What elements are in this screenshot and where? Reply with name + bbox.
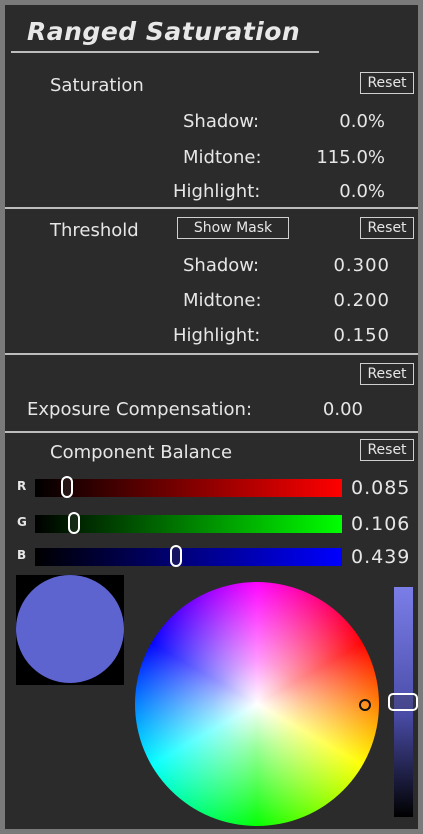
blue-slider-thumb[interactable] xyxy=(170,545,182,567)
title-divider xyxy=(11,51,319,53)
saturation-midtone-label: Midtone: xyxy=(183,147,262,168)
panel-title: Ranged Saturation xyxy=(27,17,301,46)
blue-slider-value: 0.439 xyxy=(351,546,411,568)
blue-slider-track[interactable] xyxy=(35,545,342,567)
section-divider xyxy=(5,207,418,209)
green-slider-thumb[interactable] xyxy=(68,512,80,534)
red-slider-track[interactable] xyxy=(35,476,342,498)
color-wheel[interactable] xyxy=(135,582,379,826)
red-slider-thumb[interactable] xyxy=(61,476,73,498)
threshold-highlight-value[interactable]: 0.150 xyxy=(295,325,390,346)
threshold-highlight-label: Highlight: xyxy=(173,325,261,346)
blue-slider-label: B xyxy=(17,548,27,562)
saturation-highlight-value[interactable]: 0.0% xyxy=(295,181,385,202)
threshold-shadow-value[interactable]: 0.300 xyxy=(295,255,390,276)
color-wheel-marker[interactable] xyxy=(359,699,371,711)
red-slider-value: 0.085 xyxy=(351,477,411,499)
green-slider-value: 0.106 xyxy=(351,513,411,535)
saturation-shadow-value[interactable]: 0.0% xyxy=(295,111,385,132)
section-divider xyxy=(5,353,418,355)
threshold-shadow-label: Shadow: xyxy=(183,255,260,276)
component-balance-reset-button[interactable]: Reset xyxy=(360,439,414,461)
threshold-reset-button[interactable]: Reset xyxy=(360,217,414,239)
threshold-heading: Threshold xyxy=(50,220,139,241)
red-slider-label: R xyxy=(17,479,27,493)
brightness-slider-thumb[interactable] xyxy=(388,693,418,711)
exposure-compensation-label: Exposure Compensation: xyxy=(27,399,253,420)
component-balance-heading: Component Balance xyxy=(50,442,233,463)
exposure-compensation-value[interactable]: 0.00 xyxy=(295,399,363,420)
color-swatch-frame xyxy=(16,575,124,685)
exposure-reset-button[interactable]: Reset xyxy=(360,363,414,385)
threshold-midtone-value[interactable]: 0.200 xyxy=(295,290,390,311)
saturation-shadow-label: Shadow: xyxy=(183,111,260,132)
saturation-heading: Saturation xyxy=(50,75,144,96)
section-divider xyxy=(5,431,418,433)
ranged-saturation-panel: Ranged Saturation Saturation Reset Shado… xyxy=(5,5,418,829)
show-mask-button[interactable]: Show Mask xyxy=(177,217,289,239)
saturation-reset-button[interactable]: Reset xyxy=(360,72,414,94)
threshold-midtone-label: Midtone: xyxy=(183,290,262,311)
green-slider-track[interactable] xyxy=(35,512,342,534)
saturation-highlight-label: Highlight: xyxy=(173,181,261,202)
saturation-midtone-value[interactable]: 115.0% xyxy=(295,147,385,168)
color-swatch xyxy=(16,575,124,683)
green-slider-label: G xyxy=(17,515,27,529)
